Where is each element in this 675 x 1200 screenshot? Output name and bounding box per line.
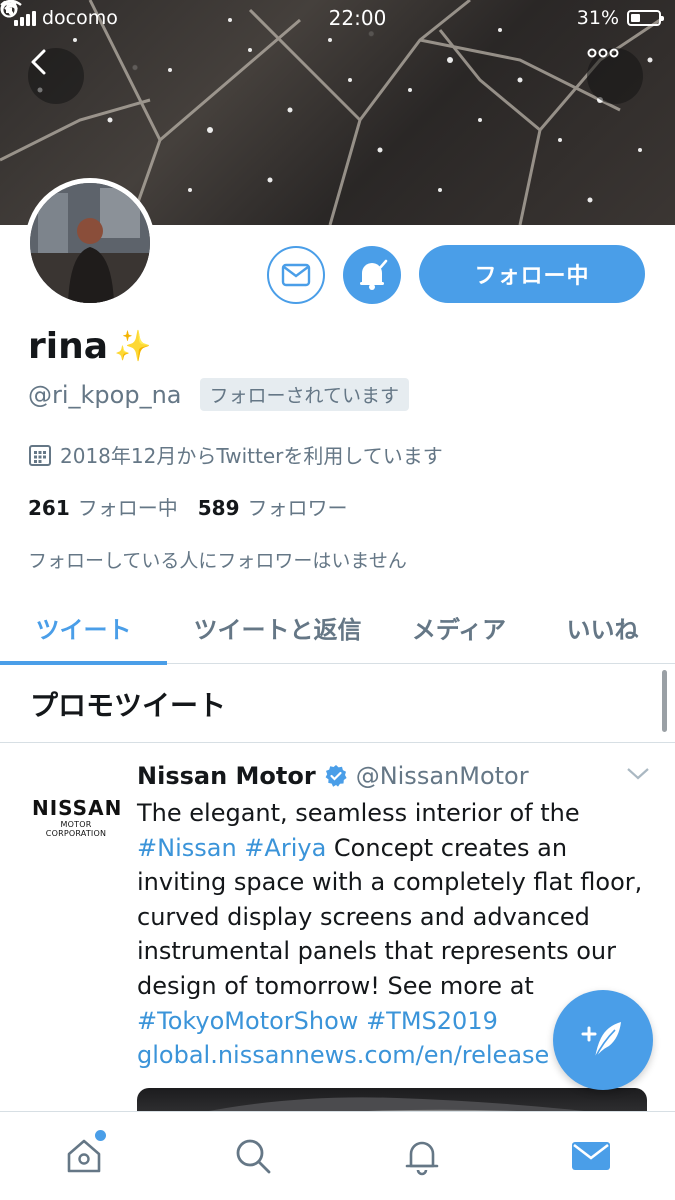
url-link[interactable]: global.nissannews.com/en/release [137, 1041, 549, 1069]
tweet-author-avatar[interactable]: NISSAN MOTOR CORPORATION [32, 796, 123, 838]
message-button[interactable] [267, 246, 325, 304]
compose-tweet-icon [581, 1022, 621, 1059]
chevron-down-icon [627, 768, 649, 780]
bell-check-icon [360, 259, 388, 290]
status-bar: docomo 22:00 31% [0, 0, 675, 36]
followers-label: フォロワー [247, 496, 348, 520]
bottom-navigation [0, 1111, 675, 1200]
profile-handle: @ri_kpop_na [28, 380, 182, 409]
tweet-menu-button[interactable] [626, 766, 650, 786]
joined-date-text: 2018年12月からTwitterを利用しています [60, 444, 443, 468]
nissan-logo-word: NISSAN [32, 796, 123, 820]
tab-tweets-and-replies[interactable]: ツイートと返信 [167, 590, 388, 664]
nav-messages[interactable] [506, 1112, 675, 1200]
mutual-followers-note: フォローしている人にフォロワーはいません [28, 550, 407, 572]
avatar-photo [30, 183, 150, 303]
sparkles-emoji: ✨ [114, 329, 152, 364]
profile-name-row: rina ✨ [28, 326, 151, 367]
orientation-lock-icon [0, 0, 18, 18]
follow-counts: 261 フォロー中 589 フォロワー [28, 492, 348, 521]
divider [0, 742, 675, 743]
tab-media[interactable]: メディア [388, 590, 530, 664]
notifications-icon [405, 1141, 439, 1176]
scrollbar[interactable] [662, 670, 667, 732]
hashtag-link[interactable]: #Nissan [137, 834, 237, 862]
compose-tweet-button[interactable] [553, 990, 653, 1090]
search-icon [236, 1139, 271, 1174]
following-label: フォロー中 [77, 496, 178, 520]
nav-home[interactable] [0, 1112, 169, 1200]
avatar[interactable] [25, 178, 155, 308]
nissan-logo-sub: MOTOR CORPORATION [45, 820, 107, 838]
nav-search[interactable] [169, 1112, 338, 1200]
handle-row: @ri_kpop_na フォローされています [28, 378, 409, 411]
tweet-author-handle: @NissanMotor [355, 762, 529, 790]
nav-notifications[interactable] [338, 1112, 507, 1200]
back-button[interactable] [28, 48, 84, 104]
hashtag-link[interactable]: #Ariya [244, 834, 326, 862]
battery-percent: 31% [576, 7, 619, 29]
followers-count: 589 [197, 496, 240, 520]
hashtag-link[interactable]: #TokyoMotorShow [137, 1007, 358, 1035]
tab-likes[interactable]: いいね [530, 590, 675, 664]
home-icon [68, 1139, 101, 1173]
tweet-author-name[interactable]: Nissan Motor [137, 762, 316, 790]
followers-count-link[interactable]: 589 フォロワー [198, 492, 348, 521]
more-horizontal-icon [587, 48, 619, 58]
joined-date-row: 2018年12月からTwitterを利用しています [28, 440, 443, 469]
new-content-dot [95, 1130, 106, 1141]
more-options-button[interactable] [587, 48, 643, 104]
chevron-left-icon [31, 49, 46, 75]
clock: 22:00 [328, 6, 387, 30]
profile-name: rina [28, 326, 109, 367]
profile-tabs: ツイート ツイートと返信 メディア いいね [0, 590, 675, 665]
carrier-name: docomo [42, 7, 118, 29]
following-button[interactable]: フォロー中 [419, 245, 645, 303]
battery-icon [627, 10, 664, 26]
following-count-link[interactable]: 261 フォロー中 [28, 492, 178, 521]
calendar-icon [29, 444, 51, 466]
tweet-header: Nissan Motor @NissanMotor [137, 762, 529, 790]
notifications-toggle-button[interactable] [343, 246, 401, 304]
following-count: 261 [28, 496, 70, 520]
hashtag-link[interactable]: #TMS2019 [366, 1007, 498, 1035]
messages-icon [571, 1142, 610, 1170]
mail-icon [281, 263, 311, 287]
tweet-text-part: The elegant, seamless interior of the [137, 799, 580, 827]
promoted-tweets-heading: プロモツイート [30, 689, 227, 722]
verified-badge-icon [325, 765, 347, 787]
tab-tweets[interactable]: ツイート [0, 590, 167, 665]
follows-you-badge: フォローされています [199, 378, 409, 411]
